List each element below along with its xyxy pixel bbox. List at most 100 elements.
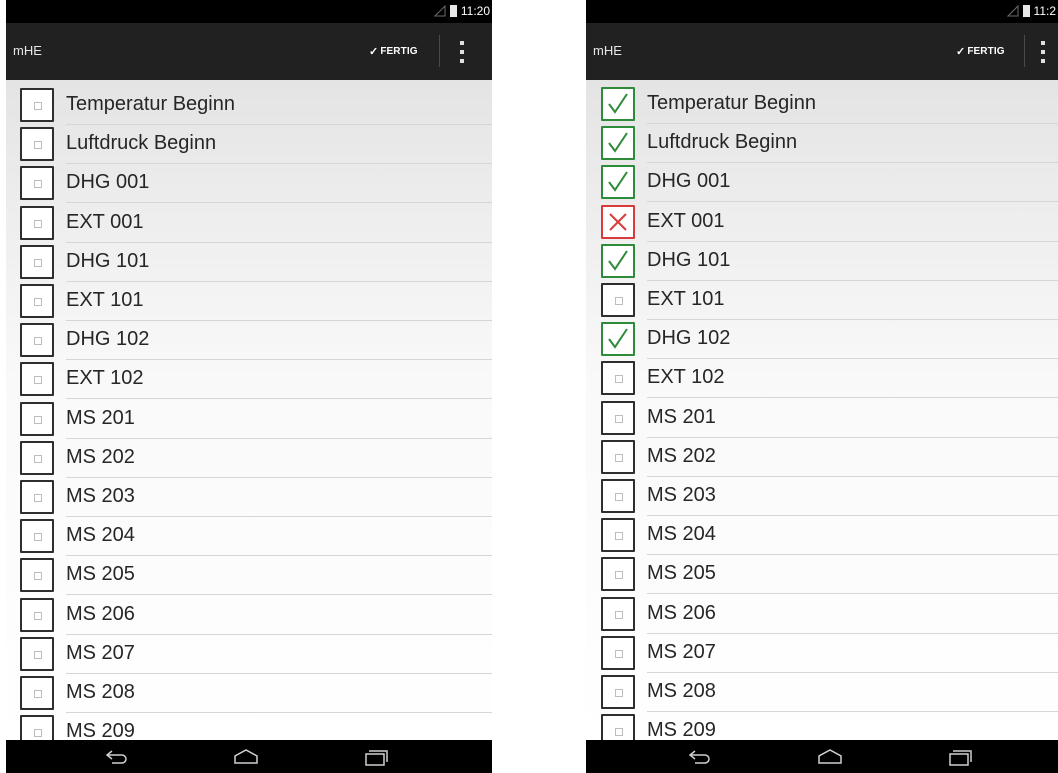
list-item[interactable]: DHG 001 (6, 163, 492, 204)
list-item[interactable]: DHG 102 (6, 320, 492, 361)
list-item[interactable]: MS 207 (586, 633, 1058, 673)
empty-checkbox-icon[interactable] (601, 675, 635, 709)
checklist-content[interactable]: Temperatur Beginn Luftdruck Beginn DHG 001… (6, 80, 492, 740)
done-button[interactable]: ✓ FERTIG (369, 37, 418, 65)
empty-checkbox-icon[interactable] (20, 636, 54, 671)
check-icon: ✓ (369, 45, 379, 58)
empty-checkbox-icon[interactable] (20, 205, 54, 240)
list-item[interactable]: DHG 001 (586, 162, 1058, 203)
list-item[interactable]: MS 201 (6, 399, 492, 439)
empty-checkbox-icon[interactable] (20, 362, 54, 397)
checkmark-icon[interactable] (601, 126, 635, 161)
empty-checkbox-icon[interactable] (601, 518, 635, 553)
empty-checkbox-icon[interactable] (20, 323, 54, 358)
empty-checkbox-icon[interactable] (20, 676, 54, 710)
cross-icon[interactable] (601, 204, 635, 239)
list-item[interactable]: EXT 101 (586, 280, 1058, 320)
app-title: mHE (13, 43, 42, 58)
checklist-content[interactable]: Temperatur Beginn Luftdruck Beginn DHG 001… (586, 80, 1058, 740)
list-item[interactable]: MS 206 (6, 595, 492, 635)
empty-checkbox-icon[interactable] (20, 480, 54, 514)
overflow-menu-icon[interactable] (455, 41, 469, 63)
list-item[interactable]: DHG 101 (586, 241, 1058, 281)
list-item[interactable]: MS 201 (586, 398, 1058, 438)
checkmark-icon[interactable] (601, 322, 635, 357)
list-item-label: MS 203 (647, 476, 1058, 516)
empty-checkbox-icon[interactable] (601, 635, 635, 670)
list-item-label: MS 209 (647, 711, 1058, 740)
status-clock: 11:20 (460, 4, 490, 18)
empty-checkbox-icon[interactable] (20, 558, 54, 593)
list-item[interactable]: MS 203 (6, 477, 492, 517)
checkmark-icon[interactable] (601, 165, 635, 200)
empty-checkbox-icon[interactable] (20, 519, 54, 554)
empty-checkbox-icon[interactable] (601, 361, 635, 396)
list-item-label: EXT 102 (647, 358, 1058, 399)
empty-checkbox-icon[interactable] (601, 557, 635, 592)
list-item[interactable]: Luftdruck Beginn (6, 124, 492, 165)
empty-checkbox-icon[interactable] (601, 596, 635, 631)
home-icon[interactable] (233, 747, 259, 767)
list-item[interactable]: Temperatur Beginn (586, 84, 1058, 124)
empty-checkbox-icon[interactable] (601, 439, 635, 474)
list-item-label: MS 204 (647, 515, 1058, 556)
list-item[interactable]: MS 205 (6, 555, 492, 596)
list-item[interactable]: MS 208 (586, 672, 1058, 712)
list-item[interactable]: EXT 001 (586, 202, 1058, 242)
empty-checkbox-icon[interactable] (20, 88, 54, 122)
app-title: mHE (593, 43, 622, 58)
list-item-label: MS 208 (647, 672, 1058, 712)
list-item-label: MS 207 (66, 634, 492, 674)
signal-icon (1006, 5, 1019, 17)
back-icon[interactable] (104, 747, 130, 767)
list-item[interactable]: EXT 102 (6, 359, 492, 400)
list-item[interactable]: DHG 102 (586, 319, 1058, 360)
empty-checkbox-icon[interactable] (20, 597, 54, 632)
navigation-bar (586, 740, 1058, 773)
empty-checkbox-icon[interactable] (20, 127, 54, 162)
recent-apps-icon[interactable] (947, 747, 973, 767)
list-item[interactable]: MS 202 (586, 437, 1058, 477)
list-item[interactable]: MS 205 (586, 554, 1058, 595)
list-item[interactable]: MS 209 (586, 711, 1058, 740)
check-icon: ✓ (956, 45, 966, 58)
list-item[interactable]: EXT 102 (586, 358, 1058, 399)
action-bar: mHE ✓ FERTIG (586, 23, 1058, 80)
empty-checkbox-icon[interactable] (20, 284, 54, 318)
empty-checkbox-icon[interactable] (20, 401, 54, 436)
recent-apps-icon[interactable] (363, 747, 389, 767)
empty-checkbox-icon[interactable] (601, 283, 635, 317)
list-item[interactable]: EXT 101 (6, 281, 492, 321)
list-item-label: DHG 101 (647, 241, 1058, 281)
list-item-label: MS 201 (66, 399, 492, 439)
done-button[interactable]: ✓ FERTIG (956, 37, 1005, 65)
empty-checkbox-icon[interactable] (20, 244, 54, 279)
back-icon[interactable] (687, 747, 713, 767)
home-icon[interactable] (817, 747, 843, 767)
list-item[interactable]: MS 204 (6, 516, 492, 557)
list-item[interactable]: MS 208 (6, 673, 492, 713)
list-item-label: Luftdruck Beginn (647, 123, 1058, 164)
overflow-menu-icon[interactable] (1036, 41, 1050, 63)
list-item[interactable]: MS 206 (586, 594, 1058, 634)
list-item[interactable]: MS 203 (586, 476, 1058, 516)
status-bar: 11:20 (6, 0, 492, 23)
done-label: FERTIG (380, 45, 418, 57)
list-item[interactable]: DHG 101 (6, 242, 492, 282)
empty-checkbox-icon[interactable] (601, 479, 635, 513)
list-item[interactable]: EXT 001 (6, 203, 492, 243)
empty-checkbox-icon[interactable] (601, 400, 635, 435)
list-item[interactable]: MS 204 (586, 515, 1058, 556)
empty-checkbox-icon[interactable] (20, 440, 54, 475)
list-item[interactable]: Luftdruck Beginn (586, 123, 1058, 164)
empty-checkbox-icon[interactable] (20, 715, 54, 740)
empty-checkbox-icon[interactable] (601, 714, 635, 740)
empty-checkbox-icon[interactable] (20, 166, 54, 201)
checkmark-icon[interactable] (601, 87, 635, 121)
list-item[interactable]: MS 202 (6, 438, 492, 478)
list-item-label: Temperatur Beginn (647, 84, 1058, 124)
checkmark-icon[interactable] (601, 243, 635, 278)
list-item[interactable]: Temperatur Beginn (6, 85, 492, 125)
list-item[interactable]: MS 207 (6, 634, 492, 674)
list-item[interactable]: MS 209 (6, 712, 492, 740)
